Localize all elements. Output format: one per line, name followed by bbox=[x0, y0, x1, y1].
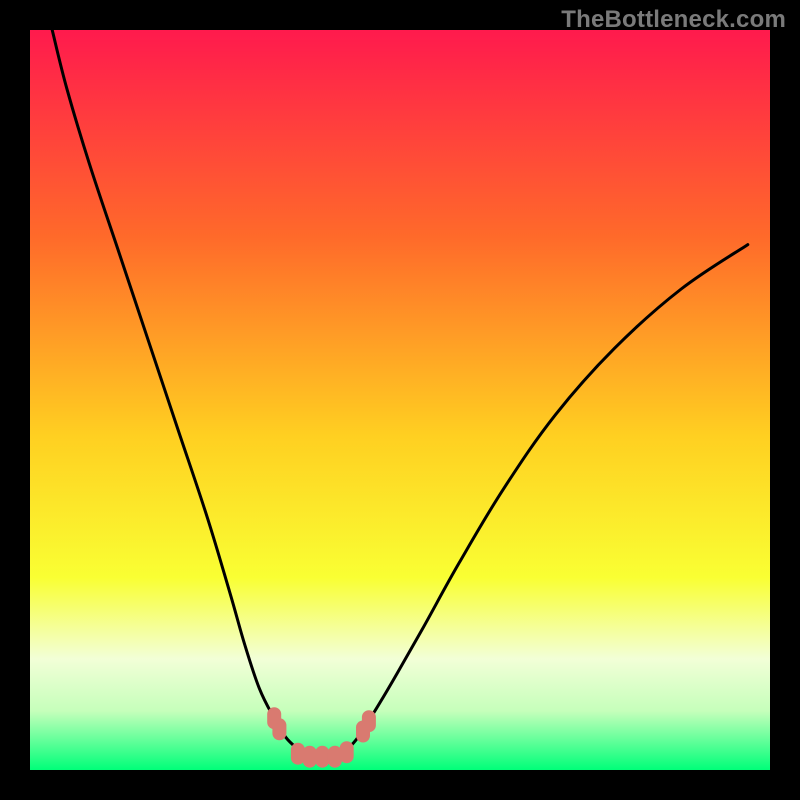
bottleneck-chart bbox=[0, 0, 800, 800]
highlight-marker bbox=[272, 718, 286, 740]
watermark-text: TheBottleneck.com bbox=[561, 6, 786, 34]
chart-frame: TheBottleneck.com bbox=[0, 0, 800, 800]
highlight-marker bbox=[362, 710, 376, 732]
highlight-marker bbox=[340, 741, 354, 763]
gradient-background bbox=[30, 30, 770, 770]
highlight-marker bbox=[315, 746, 329, 768]
highlight-marker bbox=[303, 746, 317, 768]
